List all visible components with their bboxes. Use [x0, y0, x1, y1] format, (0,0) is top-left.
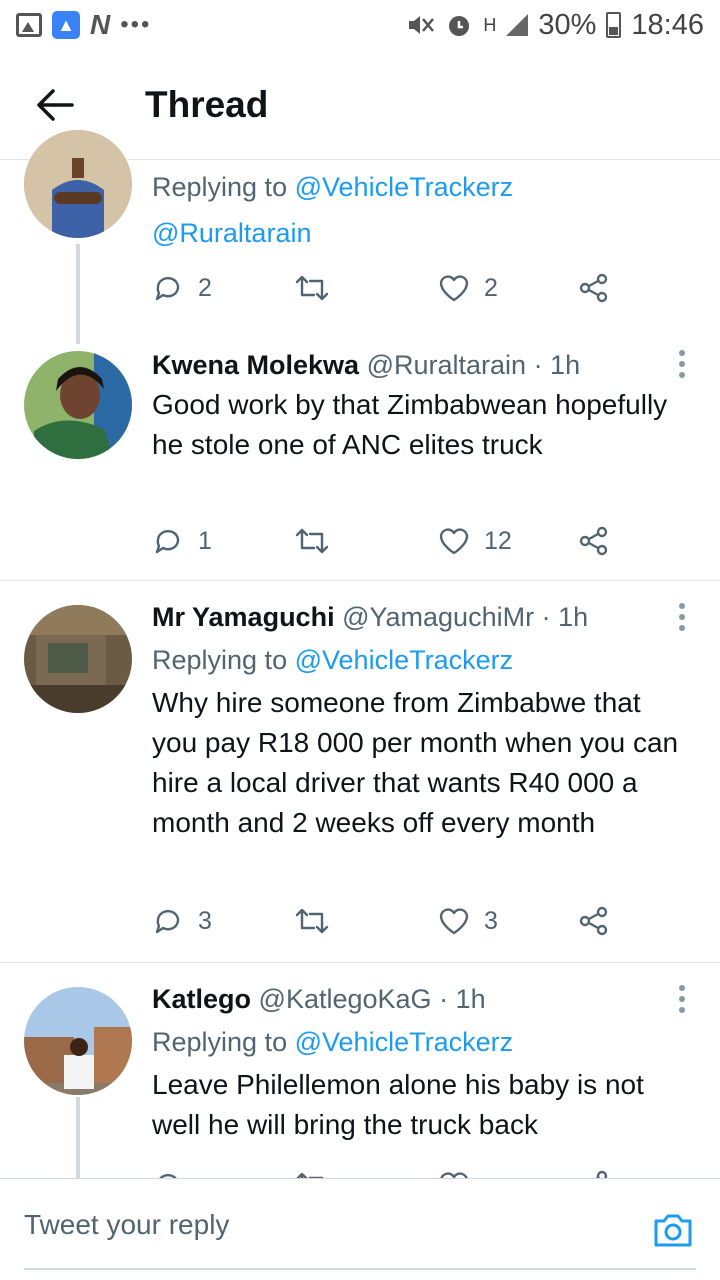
timestamp: · 1h	[541, 602, 589, 632]
thread-line	[76, 1097, 80, 1178]
share-icon	[579, 906, 608, 936]
tweet-actions	[152, 1165, 622, 1178]
share-button[interactable]	[578, 901, 610, 941]
retweet-icon	[295, 275, 329, 301]
replying-to: Replying to @VehicleTrackerz	[152, 645, 514, 675]
page-title: Thread	[145, 83, 269, 125]
n-app-icon: N	[90, 9, 111, 40]
avatar[interactable]	[24, 351, 132, 459]
retweet-button[interactable]	[294, 1165, 330, 1178]
more-vertical-icon[interactable]	[678, 349, 686, 379]
share-button[interactable]	[578, 521, 610, 561]
tweet-actions: 1 12	[152, 521, 622, 561]
share-button[interactable]	[578, 1165, 610, 1178]
thread-line	[76, 244, 80, 344]
heart-icon	[439, 528, 469, 555]
mention-link[interactable]: @VehicleTrackerz	[295, 1027, 513, 1057]
tweet-2[interactable]: Mr Yamaguchi @YamaguchiMr · 1h Replying …	[0, 581, 720, 962]
heart-icon	[439, 275, 469, 302]
more-vertical-icon[interactable]	[678, 602, 686, 632]
reply-icon	[159, 1174, 177, 1178]
like-button[interactable]: 3	[438, 901, 498, 941]
camera-icon[interactable]	[652, 1209, 694, 1251]
timestamp: · 1h	[439, 984, 486, 1014]
reply-bar: Tweet your reply	[0, 1178, 720, 1280]
mention-line: @Ruraltarain	[152, 210, 692, 256]
gallery-icon	[16, 13, 42, 37]
avatar[interactable]	[24, 987, 132, 1095]
retweet-button[interactable]	[294, 901, 330, 941]
reply-button[interactable]	[152, 1165, 184, 1178]
tweet-meta: Kwena Molekwa @Ruraltarain · 1h	[152, 345, 692, 385]
like-count: 12	[484, 526, 512, 555]
reply-icon	[155, 910, 180, 934]
reply-input[interactable]: Tweet your reply	[24, 1209, 229, 1241]
replying-to: Replying to @VehicleTrackerz	[152, 172, 514, 202]
tweet-3[interactable]: Katlego @KatlegoKaG · 1h Replying to @Ve…	[0, 963, 720, 1178]
reply-count: 2	[198, 273, 212, 302]
mention-link[interactable]: @VehicleTrackerz	[295, 172, 513, 202]
tweet-text: Leave Philellemon alone his baby is not …	[152, 1069, 644, 1140]
display-name[interactable]: Katlego	[152, 984, 251, 1014]
more-notifications-icon: •••	[120, 11, 152, 38]
like-button[interactable]: 12	[438, 521, 512, 561]
status-bar: ▲ N ••• H 30% 18:46	[0, 0, 720, 50]
display-name[interactable]: Kwena Molekwa	[152, 350, 359, 380]
retweet-icon	[296, 1172, 324, 1178]
tweet-1[interactable]: Kwena Molekwa @Ruraltarain · 1h Good wor…	[0, 345, 720, 580]
reply-button[interactable]: 3	[152, 901, 212, 941]
like-button[interactable]: 2	[438, 268, 498, 308]
reply-underline	[24, 1268, 696, 1270]
reply-count: 3	[198, 906, 212, 935]
reply-icon	[155, 277, 180, 301]
retweet-icon	[295, 528, 329, 554]
mute-vibrate-icon	[409, 16, 435, 34]
heart-icon	[440, 1172, 468, 1178]
tweet-text: Good work by that Zimbabwean hopefully h…	[152, 389, 668, 460]
alarm-icon	[449, 16, 470, 36]
share-icon	[595, 1170, 608, 1178]
more-vertical-icon[interactable]	[678, 984, 686, 1014]
tweet-actions: 2 2	[152, 268, 622, 308]
avatar[interactable]	[24, 130, 132, 238]
reply-button[interactable]: 2	[152, 268, 212, 308]
signal-icon	[506, 14, 529, 36]
battery-percent: 30%	[538, 8, 597, 41]
share-icon	[579, 526, 608, 556]
like-button[interactable]	[438, 1165, 470, 1178]
handle[interactable]: @KatlegoKaG	[259, 984, 432, 1014]
replying-to: Replying to @VehicleTrackerz	[152, 1027, 514, 1057]
mention-link[interactable]: @Ruraltarain	[152, 218, 311, 248]
tweet-0[interactable]: Replying to @VehicleTrackerz @Ruraltarai…	[0, 130, 720, 345]
tweet-actions: 3 3	[152, 901, 622, 941]
reply-button[interactable]: 1	[152, 521, 212, 561]
clock: 18:46	[631, 8, 704, 41]
rocket-app-icon: ▲	[52, 11, 80, 39]
heart-icon	[439, 908, 469, 935]
handle[interactable]: @YamaguchiMr	[342, 602, 534, 632]
network-type: H	[483, 14, 497, 35]
like-count: 3	[484, 906, 498, 935]
tweet-meta: Katlego @KatlegoKaG · 1h	[152, 979, 692, 1019]
reply-count: 1	[198, 526, 212, 555]
share-button[interactable]	[578, 268, 610, 308]
tweet-text: Why hire someone from Zimbabwe that you …	[152, 687, 679, 838]
battery-icon	[606, 12, 622, 38]
like-count: 2	[484, 273, 498, 302]
display-name[interactable]: Mr Yamaguchi	[152, 602, 335, 632]
retweet-icon	[295, 908, 329, 934]
retweet-button[interactable]	[294, 521, 330, 561]
mention-link[interactable]: @VehicleTrackerz	[295, 645, 513, 675]
reply-icon	[155, 530, 180, 554]
share-icon	[579, 273, 608, 303]
avatar[interactable]	[24, 605, 132, 713]
tweet-meta: Mr Yamaguchi @YamaguchiMr · 1h	[152, 597, 692, 637]
timestamp: · 1h	[533, 350, 581, 380]
retweet-button[interactable]	[294, 268, 330, 308]
handle[interactable]: @Ruraltarain	[367, 350, 526, 380]
